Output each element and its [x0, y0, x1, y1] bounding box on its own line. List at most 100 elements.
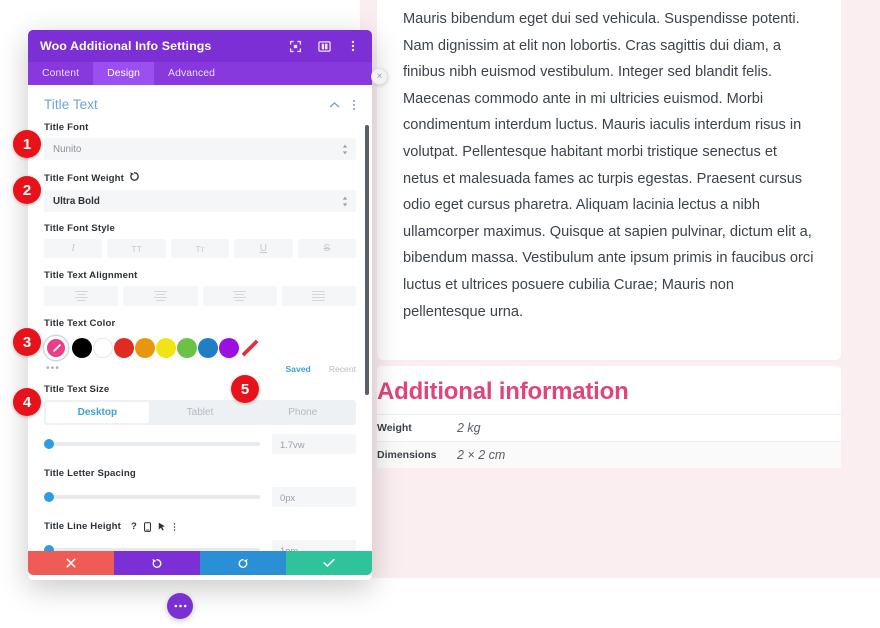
description-paragraph: Mauris bibendum eget dui sed vehicula. S…: [403, 11, 814, 320]
tab-advanced[interactable]: Advanced: [154, 62, 229, 85]
fullscreen-icon[interactable]: [288, 39, 302, 53]
kebab-icon[interactable]: [352, 99, 356, 111]
device-tab-tablet[interactable]: Tablet: [149, 402, 252, 423]
strikethrough-button[interactable]: S: [297, 239, 357, 258]
text-size-slider[interactable]: [44, 439, 260, 449]
more-icon[interactable]: [173, 522, 176, 532]
page-background-bottom: [0, 578, 880, 628]
letter-spacing-slider-row: 0px: [28, 484, 372, 507]
swatch-purple[interactable]: [219, 338, 239, 358]
more-options-icon[interactable]: [346, 39, 360, 53]
swatch-black[interactable]: [72, 338, 92, 358]
product-description-body: Mauris bibendum eget dui sed vehicula. S…: [377, 0, 841, 325]
chevron-updown-icon: [342, 144, 348, 155]
save-button[interactable]: [286, 551, 372, 575]
align-justify-button[interactable]: [281, 286, 356, 306]
italic-button[interactable]: I: [44, 239, 103, 258]
title-font-weight-select[interactable]: Ultra Bold: [44, 190, 356, 212]
capitalize-button[interactable]: Tт: [170, 239, 230, 258]
title-letter-spacing-label: Title Letter Spacing: [44, 468, 136, 479]
modal-tabs: Content Design Advanced: [28, 62, 372, 85]
more-colors-button[interactable]: •••: [46, 363, 285, 374]
align-justify-icon: [312, 290, 326, 302]
swatch-blue[interactable]: [198, 338, 218, 358]
slider-knob[interactable]: [44, 439, 54, 449]
screenshot-root: Mauris bibendum eget dui sed vehicula. S…: [0, 0, 880, 628]
swatch-no-color[interactable]: [240, 338, 260, 358]
redo-button[interactable]: [200, 551, 286, 575]
modal-action-bar: [28, 551, 372, 575]
additional-information-card: Additional information Weight 2 kg Dimen…: [377, 366, 841, 468]
swatch-orange[interactable]: [135, 338, 155, 358]
swatch-white[interactable]: [93, 338, 113, 358]
italic-glyph: I: [71, 243, 75, 254]
text-size-value[interactable]: 1.7vw: [272, 434, 356, 454]
callout-badge-4: 4: [13, 388, 41, 416]
title-font-label: Title Font: [44, 122, 89, 133]
chevron-up-icon[interactable]: [329, 101, 340, 109]
line-height-icon-row: ?: [131, 521, 176, 532]
align-center-button[interactable]: [123, 286, 198, 306]
color-meta-row: ••• Saved Recent: [44, 363, 356, 374]
close-icon[interactable]: ×: [371, 68, 388, 85]
slider-knob[interactable]: [44, 492, 54, 502]
uppercase-button[interactable]: TT: [107, 239, 166, 258]
swatch-yellow[interactable]: [156, 338, 176, 358]
device-tab-phone[interactable]: Phone: [251, 402, 354, 423]
modal-header-icons: [288, 39, 360, 53]
saved-colors-tab[interactable]: Saved: [285, 364, 310, 374]
device-segment-row: Desktop Tablet Phone: [44, 400, 356, 425]
callout-badge-2: 2: [13, 176, 41, 204]
letter-spacing-slider[interactable]: [44, 492, 260, 502]
title-font-select[interactable]: Nunito: [44, 138, 356, 160]
title-font-weight-value: Ultra Bold: [53, 195, 100, 207]
align-left-button[interactable]: [44, 286, 119, 306]
recent-colors-tab[interactable]: Recent: [329, 364, 356, 374]
field-title-letter-spacing: Title Letter Spacing: [28, 454, 372, 479]
title-line-height-text: Title Line Height: [44, 521, 121, 532]
title-text-size-label: Title Text Size: [44, 384, 110, 395]
row-label: Dimensions: [377, 449, 437, 461]
reset-arrow-icon[interactable]: [129, 171, 140, 185]
field-title-line-height: Title Line Height ?: [28, 507, 372, 532]
device-tab-desktop[interactable]: Desktop: [46, 402, 149, 423]
letter-spacing-value[interactable]: 0px: [272, 487, 356, 507]
undo-button[interactable]: [114, 551, 200, 575]
underline-glyph: U: [259, 243, 268, 254]
capitalize-glyph: Tт: [195, 243, 205, 254]
modal-header: Woo Additional Info Settings ×: [28, 30, 388, 85]
text-size-slider-row: 1.7vw: [28, 425, 372, 454]
callout-badge-1: 1: [13, 130, 41, 158]
help-icon[interactable]: ?: [131, 521, 137, 532]
align-right-button[interactable]: [202, 286, 277, 306]
floating-options-button[interactable]: [167, 593, 193, 619]
title-font-weight-text: Title Font Weight: [44, 172, 125, 184]
section-title-label: Title Text: [44, 97, 98, 112]
title-alignment-label: Title Text Alignment: [44, 270, 138, 281]
tab-content[interactable]: Content: [28, 62, 93, 85]
product-description-card: Mauris bibendum eget dui sed vehicula. S…: [377, 0, 841, 360]
field-title-font-style: Title Font Style I TT Tт U S: [28, 212, 372, 258]
underline-button[interactable]: U: [234, 239, 293, 258]
modal-scrollbar[interactable]: [365, 125, 369, 395]
cancel-button[interactable]: [28, 551, 114, 575]
row-value: 2 kg: [457, 421, 481, 435]
strikethrough-glyph: S: [323, 243, 331, 254]
section-title-text[interactable]: Title Text: [28, 85, 372, 118]
align-left-icon: [74, 290, 88, 302]
table-row: Dimensions 2 × 2 cm: [377, 441, 841, 468]
title-text-color-label: Title Text Color: [44, 318, 116, 329]
align-right-icon: [233, 290, 247, 302]
layout-columns-icon[interactable]: [317, 39, 331, 53]
tab-design[interactable]: Design: [93, 62, 155, 85]
swatch-green[interactable]: [177, 338, 197, 358]
title-font-weight-label: Title Font Weight: [44, 171, 356, 185]
additional-information-table: Weight 2 kg Dimensions 2 × 2 cm: [377, 414, 841, 468]
swatch-red[interactable]: [114, 338, 134, 358]
responsive-icon[interactable]: [143, 521, 151, 532]
hover-cursor-icon[interactable]: [158, 522, 166, 532]
field-title-font-weight: Title Font Weight Ultra Bold: [28, 160, 372, 212]
title-font-value: Nunito: [53, 143, 82, 155]
row-value: 2 × 2 cm: [457, 448, 506, 462]
color-picker-button[interactable]: [44, 336, 68, 360]
